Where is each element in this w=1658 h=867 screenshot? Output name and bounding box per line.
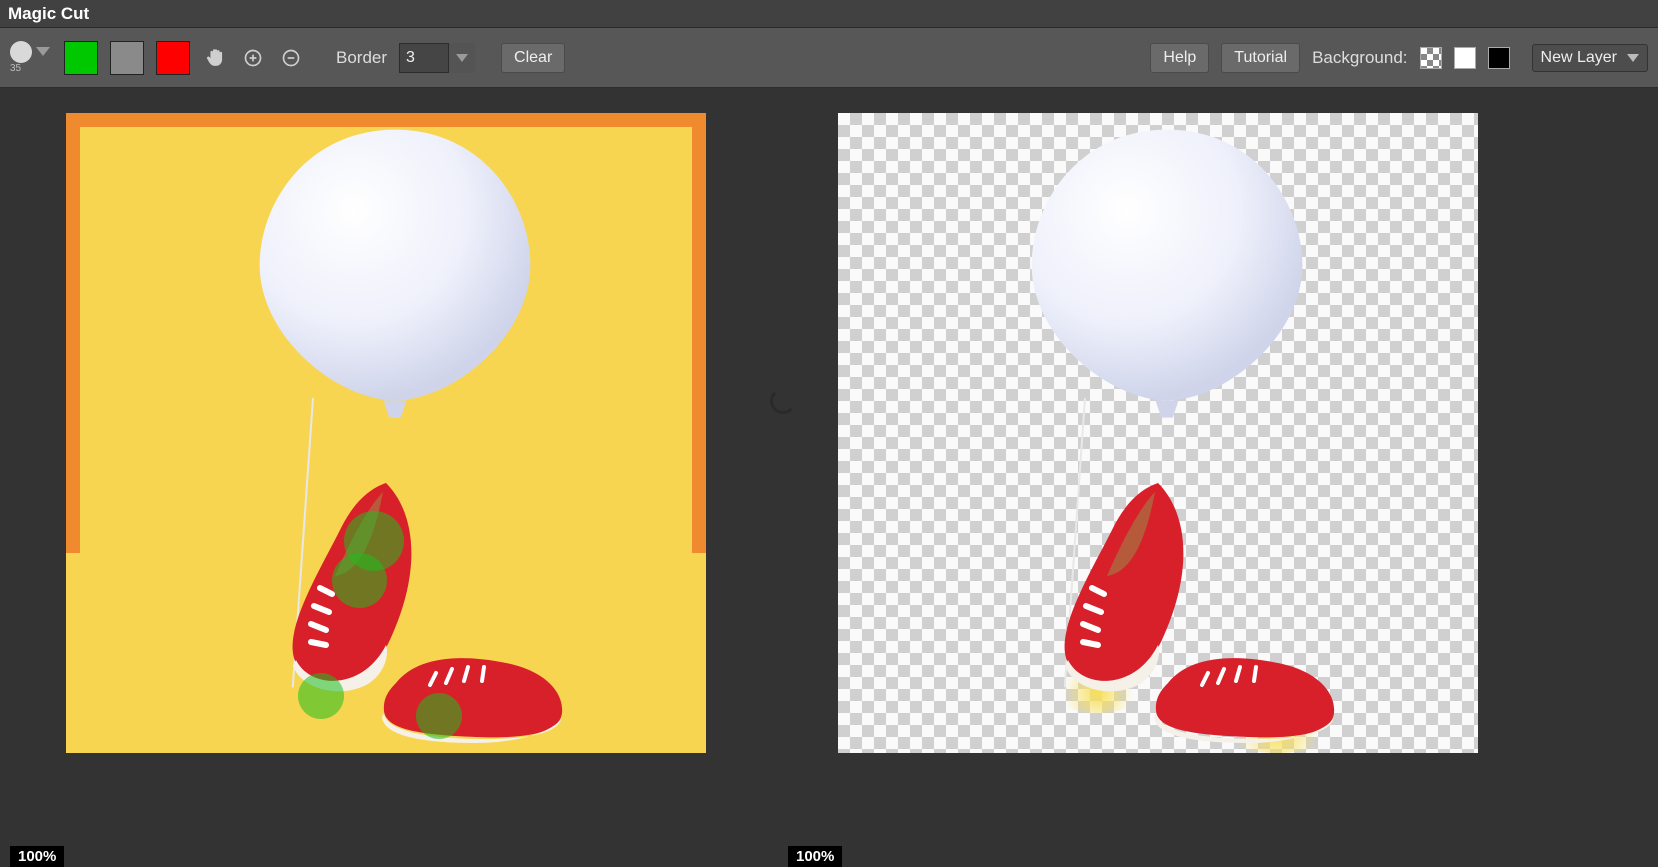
toolbar: 35 Border Clear Help Tutorial Background… [0, 28, 1658, 88]
window-title: Magic Cut [8, 4, 89, 24]
background-swatch-transparent[interactable] [1420, 47, 1442, 69]
title-bar: Magic Cut [0, 0, 1658, 28]
background-swatch-white[interactable] [1454, 47, 1476, 69]
chevron-down-icon [1627, 54, 1639, 62]
workspace: 100% 100% [0, 88, 1658, 867]
selection-border [66, 113, 80, 553]
brush-size-picker[interactable]: 35 [10, 39, 52, 77]
tutorial-button[interactable]: Tutorial [1221, 43, 1300, 73]
chevron-down-icon[interactable] [449, 43, 475, 73]
foreground-brush-mark [416, 693, 462, 739]
selection-border [692, 113, 706, 553]
output-dropdown[interactable]: New Layer [1532, 44, 1648, 72]
brush-dot-icon [10, 41, 32, 63]
background-label: Background: [1312, 48, 1407, 68]
clear-button[interactable]: Clear [501, 43, 565, 73]
hand-tool-icon[interactable] [202, 45, 228, 71]
zoom-out-icon[interactable] [278, 45, 304, 71]
zoom-level-right[interactable]: 100% [788, 846, 842, 867]
border-stepper[interactable] [399, 43, 475, 73]
help-button[interactable]: Help [1150, 43, 1209, 73]
zoom-in-icon[interactable] [240, 45, 266, 71]
color-swatch-gray[interactable] [110, 41, 144, 75]
color-swatch-green[interactable] [64, 41, 98, 75]
border-value-input[interactable] [399, 43, 449, 73]
foreground-brush-mark [332, 553, 387, 608]
source-canvas[interactable] [66, 113, 706, 753]
balloon-graphic [1023, 121, 1311, 409]
background-swatch-black[interactable] [1488, 47, 1510, 69]
preview-canvas[interactable] [838, 113, 1478, 753]
zoom-level-left[interactable]: 100% [10, 846, 64, 867]
balloon-graphic [251, 121, 539, 409]
shoe-graphic [1148, 653, 1338, 743]
color-swatch-red[interactable] [156, 41, 190, 75]
output-dropdown-label: New Layer [1541, 49, 1617, 67]
brush-size-value: 35 [10, 63, 21, 74]
chevron-down-icon [36, 47, 50, 56]
border-label: Border [336, 48, 387, 68]
shoe-graphic [376, 653, 566, 743]
foreground-brush-mark [298, 673, 344, 719]
loading-spinner-icon [770, 388, 796, 414]
